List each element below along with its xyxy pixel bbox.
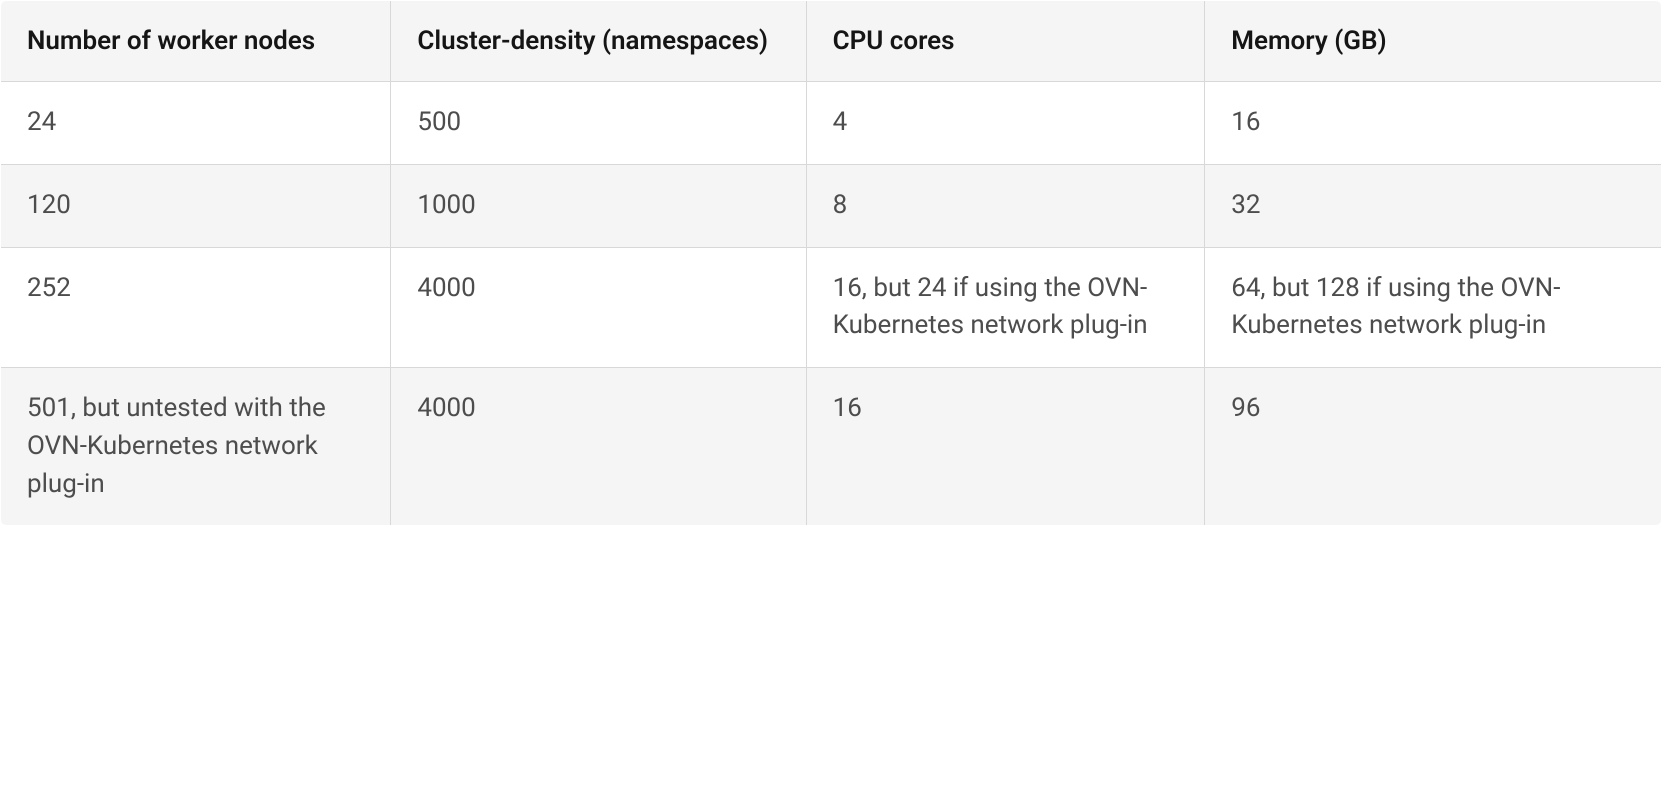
sizing-table: Number of worker nodes Cluster-density (… [0,0,1662,526]
cell-memory: 64, but 128 if using the OVN-Kubernetes … [1205,247,1662,367]
table-row: 501, but untested with the OVN-Kubernete… [1,368,1662,526]
cell-cpu-cores: 8 [806,165,1205,248]
cell-worker-nodes: 120 [1,165,391,248]
table-row: 24 500 4 16 [1,82,1662,165]
cell-cluster-density: 4000 [391,368,806,526]
cell-worker-nodes: 252 [1,247,391,367]
header-worker-nodes: Number of worker nodes [1,1,391,82]
cell-cpu-cores: 16, but 24 if using the OVN-Kubernetes n… [806,247,1205,367]
header-cluster-density: Cluster-density (namespaces) [391,1,806,82]
cell-cluster-density: 500 [391,82,806,165]
cell-cluster-density: 1000 [391,165,806,248]
table-header-row: Number of worker nodes Cluster-density (… [1,1,1662,82]
header-cpu-cores: CPU cores [806,1,1205,82]
cell-cluster-density: 4000 [391,247,806,367]
cell-cpu-cores: 4 [806,82,1205,165]
table-row: 120 1000 8 32 [1,165,1662,248]
cell-memory: 96 [1205,368,1662,526]
cell-cpu-cores: 16 [806,368,1205,526]
header-memory: Memory (GB) [1205,1,1662,82]
cell-memory: 32 [1205,165,1662,248]
cell-memory: 16 [1205,82,1662,165]
table-row: 252 4000 16, but 24 if using the OVN-Kub… [1,247,1662,367]
cell-worker-nodes: 24 [1,82,391,165]
cell-worker-nodes: 501, but untested with the OVN-Kubernete… [1,368,391,526]
